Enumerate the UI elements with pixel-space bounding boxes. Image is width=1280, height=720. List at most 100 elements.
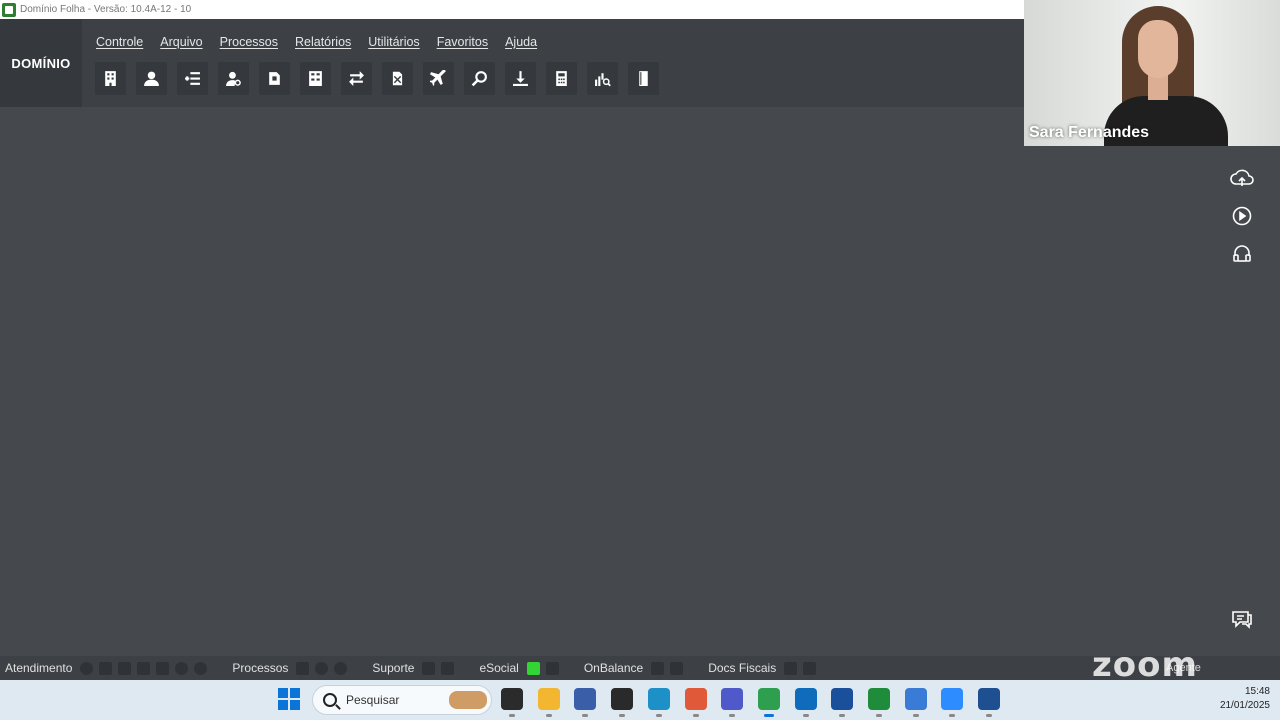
start-button[interactable] <box>278 688 300 710</box>
search-highlight-icon <box>449 691 487 709</box>
toolbar-companies-button[interactable] <box>95 62 126 95</box>
search-icon <box>323 693 337 707</box>
status-video-icon[interactable] <box>99 661 113 675</box>
download-icon <box>513 71 528 86</box>
esocial-doc-icon[interactable] <box>545 661 559 675</box>
status-check-icon[interactable] <box>296 661 310 675</box>
teams-icon[interactable] <box>721 688 743 717</box>
notepad-icon[interactable] <box>905 688 927 717</box>
status-user-icon[interactable] <box>137 661 151 675</box>
task-view-icon[interactable] <box>501 688 523 717</box>
sticky-notes-icon[interactable] <box>611 688 633 717</box>
status-chat-icon[interactable] <box>80 661 94 675</box>
status-schedule-icon[interactable] <box>156 661 170 675</box>
toolbar-transfer-button[interactable] <box>341 62 372 95</box>
running-indicator <box>546 714 552 717</box>
download-app-icon[interactable] <box>868 688 890 717</box>
status-onbalance[interactable]: OnBalance <box>584 661 643 675</box>
swap-icon <box>349 71 364 86</box>
support-button[interactable] <box>1229 241 1255 267</box>
toolbar-user-search-button[interactable] <box>218 62 249 95</box>
toolbar-calculator-button[interactable] <box>546 62 577 95</box>
toolbar-employees-button[interactable] <box>136 62 167 95</box>
window-title: Domínio Folha - Versão: 10.4A-12 - 10 <box>20 4 192 15</box>
running-indicator <box>693 714 699 717</box>
onbalance-phone-icon[interactable] <box>670 661 684 675</box>
brand-logo: DOMÍNIO <box>0 19 82 107</box>
document-x-icon <box>391 70 404 87</box>
chrome-icon[interactable] <box>758 688 780 717</box>
building-icon <box>105 71 116 86</box>
toolbar-download-button[interactable] <box>505 62 536 95</box>
status-info-icon[interactable] <box>334 661 348 675</box>
status-help-icon[interactable] <box>194 661 208 675</box>
book-icon <box>639 71 648 86</box>
play-button[interactable] <box>1229 203 1255 229</box>
participant-name: Sara Fernandes <box>1029 124 1150 141</box>
status-atendimento[interactable]: Atendimento <box>5 661 72 675</box>
toolbar <box>95 62 659 95</box>
menu-controle[interactable]: Controle <box>96 35 143 49</box>
menu-ajuda[interactable]: Ajuda <box>505 35 537 49</box>
zoom-watermark-logo: zoom <box>1092 645 1198 685</box>
clock-date: 21/01/2025 <box>1219 700 1270 711</box>
toolbar-search-button[interactable] <box>464 62 495 95</box>
upload-app-icon[interactable] <box>831 688 853 717</box>
toolbar-list-button[interactable] <box>177 62 208 95</box>
toolbar-document-button[interactable] <box>259 62 290 95</box>
employee-icon <box>144 71 159 86</box>
menu-processos[interactable]: Processos <box>220 35 278 49</box>
windows-taskbar: Pesquisar 15:48 21/01/2025 <box>0 680 1280 720</box>
toolbar-vacation-button[interactable] <box>423 62 454 95</box>
zoom-app-icon[interactable] <box>941 688 963 717</box>
app-header: DOMÍNIO Controle Arquivo Processos Relat… <box>0 19 1024 107</box>
office-icon[interactable] <box>685 688 707 717</box>
cloud-app-icon[interactable] <box>648 688 670 717</box>
running-indicator <box>656 714 662 717</box>
search-icon <box>471 71 487 87</box>
app-logo-icon <box>2 2 16 17</box>
status-docs-fiscais[interactable]: Docs Fiscais <box>708 661 776 675</box>
participant-face <box>1138 20 1178 78</box>
menu-favoritos[interactable]: Favoritos <box>437 35 488 49</box>
running-indicator <box>764 714 774 717</box>
menu-arquivo[interactable]: Arquivo <box>160 35 202 49</box>
status-group-esocial: eSocial <box>474 661 564 675</box>
status-clock-icon[interactable] <box>175 661 189 675</box>
docs-fiscais-printer-icon[interactable] <box>803 661 817 675</box>
taskbar-search[interactable]: Pesquisar <box>312 685 492 715</box>
notes-app-icon[interactable] <box>574 688 596 717</box>
status-process-icon[interactable] <box>315 661 329 675</box>
file-explorer-icon[interactable] <box>538 688 560 717</box>
toolbar-termination-button[interactable] <box>382 62 413 95</box>
status-doc-icon[interactable] <box>441 661 455 675</box>
onbalance-mail-icon[interactable] <box>651 661 665 675</box>
toolbar-book-button[interactable] <box>628 62 659 95</box>
video-tile: Sara Fernandes <box>1024 0 1280 146</box>
system-clock[interactable]: 15:48 21/01/2025 <box>1200 685 1270 713</box>
status-esocial[interactable]: eSocial <box>479 661 518 675</box>
toolbar-calc-sheet-button[interactable] <box>300 62 331 95</box>
running-indicator <box>509 714 515 717</box>
docs-fiscais-icon[interactable] <box>784 661 798 675</box>
chart-search-icon <box>595 73 611 87</box>
status-group-processos: Processos <box>227 661 353 675</box>
status-processos[interactable]: Processos <box>232 661 288 675</box>
cloud-upload-button[interactable] <box>1229 165 1255 191</box>
outlook-icon[interactable] <box>795 688 817 717</box>
status-group-docs-fiscais: Docs Fiscais <box>703 661 822 675</box>
status-suporte[interactable]: Suporte <box>372 661 414 675</box>
toolbar-chart-search-button[interactable] <box>587 62 618 95</box>
menu-utilitarios[interactable]: Utilitários <box>368 35 419 49</box>
chat-button[interactable] <box>1229 606 1255 632</box>
chat-icon <box>1232 611 1252 629</box>
status-support-icon[interactable] <box>422 661 436 675</box>
menu-relatorios[interactable]: Relatórios <box>295 35 351 49</box>
running-indicator <box>582 714 588 717</box>
esocial-status-icon[interactable] <box>526 661 540 675</box>
calculator-icon <box>556 71 567 86</box>
status-ticket-icon[interactable] <box>118 661 132 675</box>
search-placeholder: Pesquisar <box>346 693 400 707</box>
mail-app-icon[interactable] <box>978 688 1000 717</box>
windows-logo-icon <box>278 688 288 698</box>
